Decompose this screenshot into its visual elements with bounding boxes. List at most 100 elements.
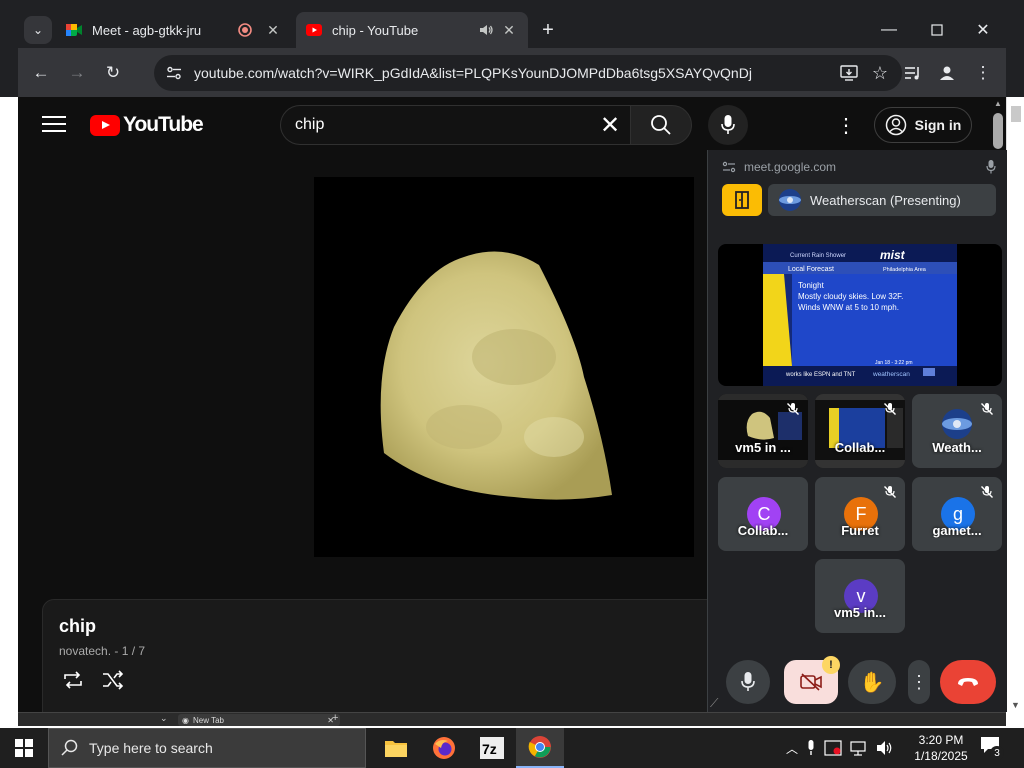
- system-tray: ︿: [786, 728, 894, 768]
- participant-tile[interactable]: g gamet...: [912, 477, 1002, 551]
- presentation-tile[interactable]: Current Rain Shower mist Local Forecast …: [718, 244, 1002, 386]
- minimize-button[interactable]: —: [866, 14, 912, 46]
- file-explorer-button[interactable]: [372, 728, 420, 768]
- desktop-scrollbar[interactable]: ▲ ▼: [1006, 0, 1024, 712]
- media-controls-button[interactable]: [898, 58, 928, 88]
- close-icon[interactable]: ✕: [264, 22, 282, 39]
- desktop-scrollbar-thumb[interactable]: [1011, 106, 1021, 122]
- meet-pip-window: meet.google.com Weatherscan (Presenting)…: [707, 150, 1007, 712]
- page-scrollbar-thumb[interactable]: [993, 113, 1003, 149]
- volume-icon[interactable]: [876, 740, 894, 756]
- profile-button[interactable]: [932, 58, 962, 88]
- site-info-icon[interactable]: [722, 161, 736, 173]
- tab-youtube[interactable]: chip - YouTube ✕: [296, 12, 528, 48]
- minimize-icon: —: [881, 21, 897, 38]
- maximize-button[interactable]: [914, 14, 960, 46]
- forward-button[interactable]: →: [62, 58, 92, 88]
- weatherscan-screen: Current Rain Shower mist Local Forecast …: [763, 244, 957, 386]
- sign-in-button[interactable]: Sign in: [874, 107, 972, 143]
- taskbar-clock[interactable]: 3:20 PM 1/18/2025: [908, 732, 974, 764]
- participant-name: Furret: [841, 523, 879, 538]
- meet-url-bar: meet.google.com: [722, 160, 836, 174]
- scroll-up-icon[interactable]: ▲: [994, 99, 1002, 108]
- more-options-button[interactable]: ⋮: [908, 660, 930, 704]
- chevron-up-icon[interactable]: ︿: [786, 740, 798, 757]
- scroll-down-icon[interactable]: ▼: [1011, 700, 1020, 710]
- playlist-panel: chip novatech. - 1 / 7: [42, 599, 722, 712]
- participant-tile[interactable]: Collab...: [815, 394, 905, 468]
- participant-tile[interactable]: C Collab...: [718, 477, 808, 551]
- reload-button[interactable]: ↻: [98, 58, 128, 88]
- taskbar-search-placeholder: Type here to search: [89, 740, 213, 756]
- start-button[interactable]: [0, 728, 48, 768]
- address-bar[interactable]: youtube.com/watch?v=WIRK_pGdIdA&list=PLQ…: [154, 55, 902, 91]
- microphone-icon[interactable]: [806, 740, 816, 756]
- taskbar-search-box[interactable]: Type here to search: [48, 728, 366, 768]
- 7zip-button[interactable]: 7z: [468, 728, 516, 768]
- mic-off-icon: [981, 403, 993, 415]
- tab-meet[interactable]: Meet - agb-gtkk-jru ✕: [56, 12, 292, 48]
- network-icon[interactable]: [850, 740, 868, 756]
- media-queue-icon: [905, 67, 919, 80]
- participant-tile[interactable]: v vm5 in...: [815, 559, 905, 633]
- close-icon[interactable]: ✕: [500, 22, 518, 39]
- search-input[interactable]: chip ✕: [280, 105, 630, 145]
- notification-center-button[interactable]: 3: [980, 736, 1006, 760]
- tab-search-button[interactable]: ⌄: [24, 16, 52, 44]
- new-tab-button[interactable]: +: [536, 16, 560, 44]
- participant-tile[interactable]: vm5 in ...: [718, 394, 808, 468]
- voice-search-button[interactable]: [708, 105, 748, 145]
- person-icon: [940, 66, 954, 80]
- microphone-button[interactable]: [726, 660, 770, 704]
- close-window-button[interactable]: ✕: [960, 14, 1006, 46]
- mic-off-icon: [884, 486, 896, 498]
- loop-icon[interactable]: [61, 670, 85, 690]
- search-button[interactable]: [630, 105, 692, 145]
- mic-off-icon: [884, 403, 896, 415]
- back-button[interactable]: ←: [26, 58, 56, 88]
- url-text: youtube.com/watch?v=WIRK_pGdIdA&list=PLQ…: [194, 65, 752, 81]
- more-vertical-icon: ⋮: [910, 671, 928, 692]
- weather-region-text: Philadelphia Area: [883, 267, 927, 273]
- secondary-tab-strip: ⌄ ◉ New Tab ✕ +: [18, 712, 1006, 726]
- menu-icon[interactable]: [42, 114, 66, 134]
- maximize-icon: [931, 24, 943, 36]
- firefox-icon: [433, 737, 455, 759]
- weather-date-text: Jan 18 - 3:22 pm: [875, 360, 913, 366]
- video-frame[interactable]: [314, 177, 694, 557]
- notification-count-badge: 3: [990, 746, 1004, 760]
- browser-menu-button[interactable]: ⋮: [968, 58, 998, 88]
- account-circle-icon: [885, 114, 906, 136]
- youtube-header: YouTube chip ✕ ⋮ Sign in: [18, 97, 1006, 153]
- new-tab-tab[interactable]: ◉ New Tab ✕: [178, 714, 340, 726]
- forecast-line1-text: Tonight: [798, 281, 825, 290]
- presenting-chip[interactable]: Weatherscan (Presenting): [768, 184, 996, 216]
- chrome-button[interactable]: [516, 728, 564, 768]
- settings-more-button[interactable]: ⋮: [834, 111, 858, 139]
- plus-icon[interactable]: +: [332, 712, 338, 724]
- desktop-background-left: [0, 0, 18, 712]
- arrow-right-icon: →: [68, 63, 86, 82]
- tab-title: Meet - agb-gtkk-jru: [92, 22, 202, 38]
- search-icon: [651, 115, 671, 135]
- clear-search-icon[interactable]: ✕: [590, 111, 630, 140]
- participant-tile[interactable]: F Furret: [815, 477, 905, 551]
- participant-name: vm5 in...: [833, 605, 887, 620]
- bookmark-star-icon[interactable]: ☆: [872, 63, 888, 84]
- potato-chip-image: [380, 251, 612, 500]
- raise-hand-button[interactable]: ✋: [848, 660, 896, 704]
- chevron-down-icon[interactable]: ⌄: [160, 713, 168, 724]
- breakout-room-button[interactable]: [722, 184, 762, 216]
- site-info-icon[interactable]: [166, 65, 182, 81]
- participant-tile[interactable]: Weath...: [912, 394, 1002, 468]
- install-app-icon[interactable]: [840, 65, 858, 81]
- audio-playing-icon[interactable]: [478, 23, 494, 37]
- shuffle-icon[interactable]: [101, 670, 125, 690]
- leave-call-button[interactable]: [940, 660, 996, 704]
- browser-chrome: ⌄ Meet - agb-gtkk-jru ✕ chip - YouTube ✕…: [0, 0, 1024, 97]
- resize-grip-icon[interactable]: ⟋: [710, 696, 718, 711]
- youtube-logo[interactable]: YouTube: [90, 113, 204, 137]
- security-alert-icon[interactable]: [824, 740, 842, 756]
- door-icon: [735, 191, 749, 209]
- firefox-button[interactable]: [420, 728, 468, 768]
